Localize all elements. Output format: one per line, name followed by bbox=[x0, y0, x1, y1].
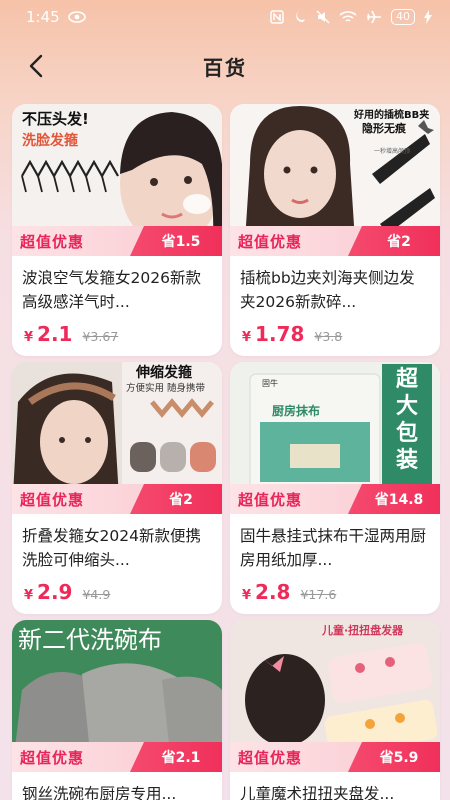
product-image: 固牛 厨房抹布 超大包装 超值优惠 省14.8 bbox=[230, 362, 440, 514]
image-headline: 新二代洗碗布 bbox=[18, 626, 162, 654]
save-badge: 省14.8 bbox=[348, 484, 440, 514]
promo-banner: 超值优惠 省2.1 bbox=[12, 742, 222, 772]
product-title: 儿童魔术扭扭夹盘发... bbox=[240, 785, 395, 800]
save-badge: 省2 bbox=[130, 484, 222, 514]
promo-label: 超值优惠 bbox=[20, 491, 85, 509]
price-value: 2.8 bbox=[255, 580, 291, 604]
promo-banner: 超值优惠 省1.5 bbox=[12, 226, 222, 256]
price-value: 1.78 bbox=[255, 322, 305, 346]
product-image: 不压头发! 洗脸发箍 超值优惠 省1.5 bbox=[12, 104, 222, 256]
product-image: 儿童·扭扭盘发器 超值优惠 省5.9 bbox=[230, 620, 440, 772]
product-title: 折叠发箍女2024新款便携洗脸可伸缩头... bbox=[22, 527, 201, 569]
price-value: 2.9 bbox=[37, 580, 73, 604]
image-headline: 儿童·扭扭盘发器 bbox=[322, 624, 404, 637]
save-badge: 省1.5 bbox=[130, 226, 222, 256]
promo-label: 超值优惠 bbox=[20, 749, 85, 767]
currency-symbol: ¥ bbox=[24, 588, 34, 603]
currency-symbol: ¥ bbox=[24, 330, 34, 345]
product-card[interactable]: 好用的插梳BB夹 隐形无痕 一秒增高颅顶 超值优惠 省2 插梳bb边夹刘海夹侧边… bbox=[230, 104, 440, 356]
image-headline: 好用的插梳BB夹 bbox=[354, 110, 430, 121]
current-price: ¥2.8 bbox=[242, 580, 290, 604]
current-price: ¥2.9 bbox=[24, 580, 72, 604]
current-price: ¥2.1 bbox=[24, 322, 72, 346]
price-value: 2.1 bbox=[37, 322, 73, 346]
product-card[interactable]: 儿童·扭扭盘发器 超值优惠 省5.9 儿童魔术扭扭夹盘发... bbox=[230, 620, 440, 800]
promo-label: 超值优惠 bbox=[238, 491, 303, 509]
product-title: 插梳bb边夹刘海夹侧边发夹2026新款碎... bbox=[240, 269, 415, 311]
image-brand: 固牛 bbox=[262, 379, 278, 388]
image-subheadline: 隐形无痕 bbox=[362, 122, 406, 135]
promo-banner: 超值优惠 省2 bbox=[12, 484, 222, 514]
promo-banner: 超值优惠 省5.9 bbox=[230, 742, 440, 772]
product-card[interactable]: 伸缩发箍 方便实用 随身携带 超值优惠 省2 折叠发箍女2024新款便携洗脸可伸… bbox=[12, 362, 222, 614]
product-image: 伸缩发箍 方便实用 随身携带 超值优惠 省2 bbox=[12, 362, 222, 514]
price-row: ¥2.8 ¥17.6 bbox=[230, 572, 440, 604]
original-price: ¥3.67 bbox=[82, 329, 119, 344]
save-badge: 省2 bbox=[348, 226, 440, 256]
product-image: 好用的插梳BB夹 隐形无痕 一秒增高颅顶 超值优惠 省2 bbox=[230, 104, 440, 256]
image-subheadline: 洗脸发箍 bbox=[22, 133, 78, 149]
promo-banner: 超值优惠 省14.8 bbox=[230, 484, 440, 514]
price-row: ¥2.9 ¥4.9 bbox=[12, 572, 222, 604]
image-subheadline: 方便实用 随身携带 bbox=[126, 383, 206, 394]
save-badge: 省5.9 bbox=[348, 742, 440, 772]
original-price: ¥3.8 bbox=[314, 329, 343, 344]
product-title: 波浪空气发箍女2026新款高级感洋气时... bbox=[22, 269, 201, 311]
promo-label: 超值优惠 bbox=[238, 233, 303, 251]
product-card[interactable]: 不压头发! 洗脸发箍 超值优惠 省1.5 波浪空气发箍女2026新款高级感洋气时… bbox=[12, 104, 222, 356]
promo-banner: 超值优惠 省2 bbox=[230, 226, 440, 256]
currency-symbol: ¥ bbox=[242, 588, 252, 603]
image-headline: 不压头发! bbox=[22, 110, 89, 128]
current-price: ¥1.78 bbox=[242, 322, 304, 346]
price-row: ¥2.1 ¥3.67 bbox=[12, 314, 222, 346]
product-card[interactable]: 新二代洗碗布 超值优惠 省2.1 钢丝洗碗布厨房专用... bbox=[12, 620, 222, 800]
promo-label: 超值优惠 bbox=[238, 749, 303, 767]
product-image: 新二代洗碗布 超值优惠 省2.1 bbox=[12, 620, 222, 772]
image-headline: 伸缩发箍 bbox=[136, 365, 192, 381]
product-title: 钢丝洗碗布厨房专用... bbox=[22, 785, 177, 800]
image-caption: 一秒增高颅顶 bbox=[374, 148, 411, 155]
promo-label: 超值优惠 bbox=[20, 233, 85, 251]
original-price: ¥17.6 bbox=[300, 587, 337, 602]
price-row: ¥1.78 ¥3.8 bbox=[230, 314, 440, 346]
image-subheadline: 厨房抹布 bbox=[272, 404, 321, 418]
product-grid: 不压头发! 洗脸发箍 超值优惠 省1.5 波浪空气发箍女2026新款高级感洋气时… bbox=[0, 0, 450, 800]
product-card[interactable]: 固牛 厨房抹布 超大包装 超值优惠 省14.8 固牛悬挂式抹布干湿两用厨房用纸加… bbox=[230, 362, 440, 614]
product-title: 固牛悬挂式抹布干湿两用厨房用纸加厚... bbox=[240, 527, 427, 569]
currency-symbol: ¥ bbox=[242, 330, 252, 345]
original-price: ¥4.9 bbox=[82, 587, 111, 602]
image-headline: 超大包装 bbox=[396, 367, 419, 473]
save-badge: 省2.1 bbox=[130, 742, 222, 772]
